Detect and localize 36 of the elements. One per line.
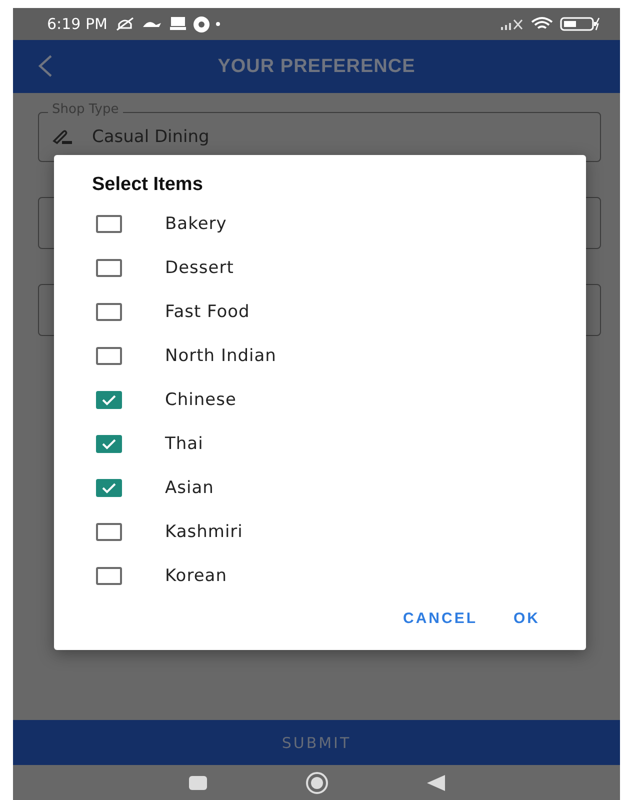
- item-label[interactable]: Bakery: [165, 214, 227, 234]
- signal-icon: [500, 18, 524, 30]
- cancel-button[interactable]: CANCEL: [395, 604, 486, 633]
- checkbox[interactable]: [96, 259, 122, 277]
- back-icon[interactable]: [37, 54, 53, 78]
- pencil-icon: [52, 129, 74, 145]
- item-label[interactable]: Dessert: [165, 258, 234, 278]
- item-label[interactable]: Thai: [165, 434, 204, 454]
- status-time: 6:19 PM: [47, 15, 108, 33]
- checkbox[interactable]: [96, 479, 122, 497]
- screen-title: YOUR PREFERENCE: [218, 56, 416, 78]
- ok-button[interactable]: OK: [506, 604, 548, 633]
- checkbox[interactable]: [96, 347, 122, 365]
- battery-icon: [560, 17, 600, 31]
- item-label[interactable]: Korean: [165, 566, 227, 586]
- check-icon: [101, 394, 117, 406]
- item-label[interactable]: North Indian: [165, 346, 276, 366]
- home-icon[interactable]: [304, 772, 330, 794]
- checkbox[interactable]: [96, 523, 122, 541]
- check-icon: [101, 438, 117, 450]
- checkbox[interactable]: [96, 215, 122, 233]
- item-label[interactable]: Kashmiri: [165, 522, 243, 542]
- recents-icon[interactable]: [186, 774, 208, 792]
- field-value: Casual Dining: [92, 127, 210, 147]
- checkbox[interactable]: [96, 435, 122, 453]
- item-label[interactable]: Fast Food: [165, 302, 250, 322]
- message-icon: [169, 16, 188, 32]
- checkbox[interactable]: [96, 303, 122, 321]
- checkbox[interactable]: [96, 567, 122, 585]
- mute-icon: [115, 16, 136, 32]
- item-label[interactable]: Chinese: [165, 390, 236, 410]
- dialog-title: Select Items: [92, 174, 203, 196]
- checkbox[interactable]: [96, 391, 122, 409]
- back-nav-icon[interactable]: [424, 772, 446, 792]
- item-label[interactable]: Asian: [165, 478, 214, 498]
- check-icon: [101, 482, 117, 494]
